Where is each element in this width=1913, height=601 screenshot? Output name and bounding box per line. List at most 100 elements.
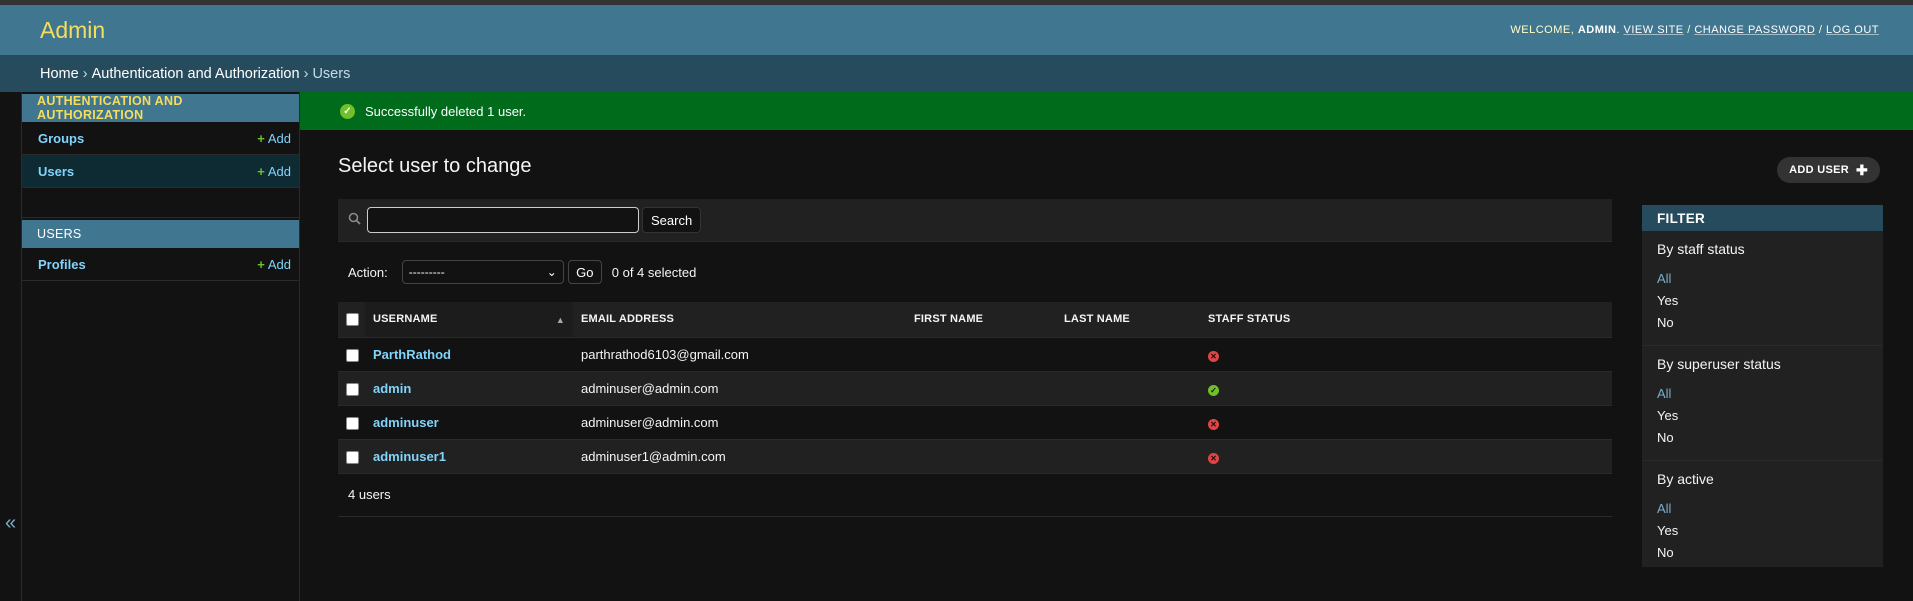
filter-option-all[interactable]: All	[1657, 386, 1868, 408]
filter-option-all[interactable]: All	[1657, 501, 1868, 523]
go-button[interactable]: Go	[567, 260, 602, 284]
selection-counter: 0 of 4 selected	[611, 264, 697, 280]
log-out-link[interactable]: Log out	[1826, 24, 1879, 36]
breadcrumb: Home › Authentication and Authorization …	[0, 55, 1913, 92]
column-header-first-name[interactable]: First name	[906, 302, 1056, 338]
sidebar: Authentication and Authorization Groups …	[22, 92, 300, 601]
add-user-link[interactable]: + Add	[257, 164, 291, 179]
column-header-staff-status[interactable]: Staff status	[1200, 302, 1612, 338]
filter-option-yes[interactable]: Yes	[1657, 408, 1868, 430]
first-name-cell	[906, 405, 1056, 439]
email-cell: parthrathod6103@gmail.com	[581, 346, 749, 362]
table-row: adminuser adminuser@admin.com ✕	[338, 405, 1612, 439]
status-no-icon: ✕	[1208, 452, 1219, 464]
last-name-cell	[1056, 371, 1200, 405]
plus-icon: +	[257, 163, 265, 179]
module-caption-users[interactable]: Users	[22, 220, 299, 248]
column-header-username[interactable]: Username ▲	[365, 302, 573, 338]
row-checkbox[interactable]	[346, 450, 359, 464]
plus-icon: +	[257, 256, 265, 272]
sidebar-spacer	[22, 188, 299, 218]
username-link[interactable]: adminuser	[373, 415, 439, 430]
changelist: Select user to change Search Action: ---…	[338, 130, 1612, 567]
filter-panel: Filter By staff status All Yes No By sup…	[1642, 205, 1883, 567]
collapse-sidebar-icon[interactable]: «	[5, 512, 16, 535]
row-checkbox[interactable]	[346, 416, 359, 430]
check-circle-icon: ✓	[340, 103, 355, 119]
search-input[interactable]	[367, 207, 639, 233]
filter-group-superuser: By superuser status All Yes No	[1642, 346, 1883, 461]
filter-option-yes[interactable]: Yes	[1657, 293, 1868, 315]
results-table: Username ▲ Email address First name Last …	[338, 302, 1612, 474]
sidebar-item-label[interactable]: Users	[38, 164, 74, 179]
breadcrumb-home[interactable]: Home	[40, 66, 79, 82]
table-row: ParthRathod parthrathod6103@gmail.com ✕	[338, 337, 1612, 371]
row-checkbox[interactable]	[346, 348, 359, 362]
sort-ascending-icon[interactable]: ▲	[556, 315, 565, 325]
site-brand[interactable]: Admin	[40, 17, 105, 44]
last-name-cell	[1056, 439, 1200, 473]
action-selected-value: ---------	[408, 265, 445, 279]
username-link[interactable]: adminuser1	[373, 449, 446, 464]
search-button[interactable]: Search	[642, 207, 702, 233]
page-title: Select user to change	[338, 155, 532, 177]
sidebar-item-label[interactable]: Profiles	[38, 257, 86, 272]
filter-group-title: By staff status	[1657, 241, 1745, 257]
filter-group-title: By superuser status	[1657, 356, 1781, 372]
filter-option-yes[interactable]: Yes	[1657, 523, 1868, 545]
sidebar-item-label[interactable]: Groups	[38, 131, 84, 146]
add-user-button[interactable]: Add user ✚	[1777, 157, 1880, 183]
change-password-link[interactable]: Change password	[1694, 24, 1815, 36]
actions-bar: Action: --------- ⌄ Go 0 of 4 selected	[338, 242, 1612, 302]
module-auth: Authentication and Authorization Groups …	[22, 94, 299, 188]
filter-group-staff: By staff status All Yes No	[1642, 231, 1883, 346]
view-site-link[interactable]: View site	[1624, 24, 1684, 36]
filter-option-all[interactable]: All	[1657, 271, 1868, 293]
add-profile-link[interactable]: + Add	[257, 257, 291, 272]
plus-icon: ✚	[1855, 161, 1868, 178]
column-label: Username	[373, 313, 438, 326]
status-yes-icon: ✓	[1208, 384, 1219, 396]
search-toolbar: Search	[338, 199, 1612, 242]
breadcrumb-auth[interactable]: Authentication and Authorization	[92, 66, 300, 82]
sidebar-item-groups[interactable]: Groups + Add	[22, 122, 299, 155]
filter-group-title: By active	[1657, 471, 1714, 487]
add-group-link[interactable]: + Add	[257, 131, 291, 146]
filter-option-no[interactable]: No	[1657, 545, 1868, 567]
email-cell: adminuser@admin.com	[581, 414, 719, 430]
first-name-cell	[906, 371, 1056, 405]
header: Admin Welcome, admin. View site / Change…	[0, 5, 1913, 55]
first-name-cell	[906, 439, 1056, 473]
row-checkbox[interactable]	[346, 382, 359, 396]
last-name-cell	[1056, 405, 1200, 439]
username-link[interactable]: admin	[373, 381, 411, 396]
select-all-checkbox[interactable]	[346, 312, 359, 326]
column-header-email[interactable]: Email address	[573, 302, 906, 338]
module-caption-auth[interactable]: Authentication and Authorization	[22, 94, 299, 122]
column-header-last-name[interactable]: Last name	[1056, 302, 1200, 338]
sidebar-item-users[interactable]: Users + Add	[22, 155, 299, 188]
email-cell: adminuser1@admin.com	[581, 448, 726, 464]
filter-option-no[interactable]: No	[1657, 315, 1868, 337]
sidebar-item-profiles[interactable]: Profiles + Add	[22, 248, 299, 281]
status-no-icon: ✕	[1208, 350, 1219, 362]
breadcrumb-current: Users	[312, 65, 351, 82]
search-icon	[348, 212, 361, 228]
table-row: admin adminuser@admin.com ✓	[338, 371, 1612, 405]
email-cell: adminuser@admin.com	[581, 380, 719, 396]
chevron-down-icon: ⌄	[546, 265, 557, 279]
filter-caption-text: Filter	[1657, 210, 1706, 226]
filter-option-no[interactable]: No	[1657, 430, 1868, 452]
filter-group-active: By active All Yes No	[1642, 461, 1883, 575]
first-name-cell	[906, 337, 1056, 371]
username-link[interactable]: ParthRathod	[373, 347, 451, 362]
table-row: adminuser1 adminuser1@admin.com ✕	[338, 439, 1612, 473]
filter-caption: Filter	[1642, 205, 1883, 231]
add-user-label: Add user	[1789, 164, 1849, 176]
paginator: 4 users	[338, 474, 1612, 517]
content: ✓ Successfully deleted 1 user. Select us…	[300, 92, 1913, 601]
plus-icon: +	[257, 130, 265, 146]
action-label: Action:	[348, 264, 388, 280]
module-users: Users Profiles + Add	[22, 220, 299, 281]
action-select[interactable]: --------- ⌄	[401, 260, 564, 284]
